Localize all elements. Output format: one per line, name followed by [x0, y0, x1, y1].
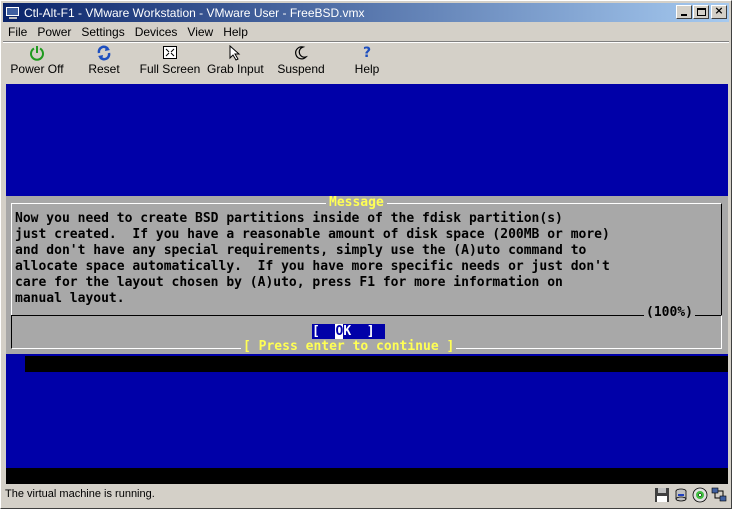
reset-label: Reset	[88, 62, 120, 76]
full-screen-icon	[163, 46, 177, 59]
question-icon: ?	[362, 45, 372, 61]
power-icon	[30, 46, 44, 61]
menu-view[interactable]: View	[182, 25, 218, 39]
console-bottom-line	[6, 468, 728, 484]
menu-separator	[3, 41, 729, 43]
maximize-icon	[697, 8, 706, 16]
power-off-label: Power Off	[10, 62, 64, 76]
vmware-app-icon	[5, 6, 21, 20]
status-bar: The virtual machine is running.	[3, 486, 729, 506]
ok-bracket-left: [	[312, 324, 336, 339]
minimize-button[interactable]	[676, 5, 692, 19]
toolbar: Power Off Reset Full Screen Grab Input S…	[3, 44, 729, 82]
maximize-button[interactable]	[693, 5, 709, 19]
dialog-title: Message	[326, 196, 387, 210]
window-title: Ctl-Alt-F1 - VMware Workstation - VMware…	[24, 5, 365, 20]
menu-bar: File Power Settings Devices View Help	[3, 23, 729, 41]
close-button[interactable]: ×	[711, 4, 727, 19]
ok-button[interactable]: [ OK ]	[312, 324, 385, 339]
menu-settings[interactable]: Settings	[76, 25, 129, 39]
device-icons	[654, 487, 727, 503]
moon-icon	[295, 46, 309, 60]
dialog-message: Now you need to create BSD partitions in…	[15, 211, 610, 306]
grab-input-button[interactable]: Grab Input	[207, 44, 264, 80]
menu-devices[interactable]: Devices	[130, 25, 183, 39]
full-screen-button[interactable]: Full Screen	[139, 44, 201, 80]
reset-button[interactable]: Reset	[85, 44, 123, 80]
title-bar[interactable]: Ctl-Alt-F1 - VMware Workstation - VMware…	[3, 3, 729, 22]
suspend-label: Suspend	[277, 62, 325, 76]
reset-icon	[97, 45, 111, 61]
hard-disk-icon[interactable]	[673, 487, 689, 503]
menu-file[interactable]: File	[3, 25, 32, 39]
dialog-shadow	[25, 356, 728, 372]
vm-display[interactable]: Message Now you need to create BSD parti…	[6, 84, 728, 484]
vmware-window: Ctl-Alt-F1 - VMware Workstation - VMware…	[0, 0, 732, 509]
press-enter-hint: [ Press enter to continue ]	[241, 339, 457, 354]
help-button[interactable]: ? Help	[351, 44, 383, 80]
grab-input-label: Grab Input	[207, 62, 264, 76]
help-label: Help	[354, 62, 380, 76]
cursor-icon	[229, 45, 241, 61]
status-text: The virtual machine is running.	[5, 488, 155, 500]
ok-bracket-right: K ]	[343, 324, 375, 339]
power-off-button[interactable]: Power Off	[9, 44, 65, 80]
suspend-button[interactable]: Suspend	[277, 44, 325, 80]
network-icon[interactable]	[711, 487, 727, 503]
full-screen-label: Full Screen	[139, 62, 201, 76]
message-dialog: Message Now you need to create BSD parti…	[6, 196, 728, 354]
cdrom-icon[interactable]	[692, 487, 708, 503]
menu-help[interactable]: Help	[218, 25, 253, 39]
menu-power[interactable]: Power	[32, 25, 76, 39]
floppy-icon[interactable]	[654, 487, 670, 503]
close-icon: ×	[714, 4, 724, 17]
minimize-icon	[681, 14, 687, 16]
scroll-percent: (100%)	[644, 305, 695, 320]
